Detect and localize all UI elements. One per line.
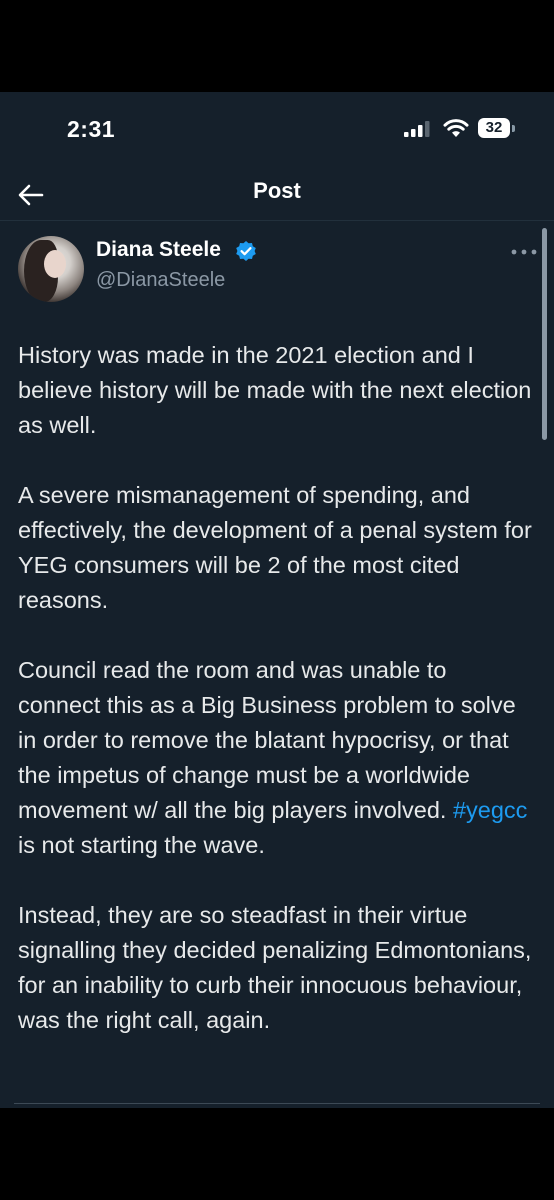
verified-badge-icon [236,241,256,261]
page-title: Post [253,178,301,203]
avatar[interactable] [18,236,84,302]
post-paragraph: A severe mismanagement of spending, and … [18,482,532,613]
scrollbar[interactable] [542,228,547,440]
post-paragraph: Council read the room and was unable to … [18,653,534,863]
author-handle[interactable]: @DianaSteele [96,269,225,292]
nav-header: Post [0,172,554,221]
post-screen: 2:31 32 Post Diana Steele @DianaSteele H… [0,92,554,1108]
divider [14,1103,540,1104]
post-text-segment: Council read the room and was unable to … [18,657,516,823]
status-bar: 2:31 32 [0,92,554,172]
hashtag-link[interactable]: #yegcc [453,797,527,823]
battery-tip [512,125,515,132]
wifi-icon [443,119,469,137]
author-name[interactable]: Diana Steele [96,238,221,262]
author-row: Diana Steele @DianaSteele [0,228,554,308]
battery-icon: 32 [478,118,518,138]
post-text: History was made in the 2021 election an… [18,338,534,1073]
avatar-face [44,250,66,278]
post-paragraph: Instead, they are so steadfast in their … [18,902,532,1033]
cellular-signal-icon [404,121,430,137]
more-options-icon[interactable] [510,246,538,258]
status-time: 2:31 [67,116,116,142]
battery-level: 32 [478,118,510,138]
post-paragraph: History was made in the 2021 election an… [18,342,532,438]
